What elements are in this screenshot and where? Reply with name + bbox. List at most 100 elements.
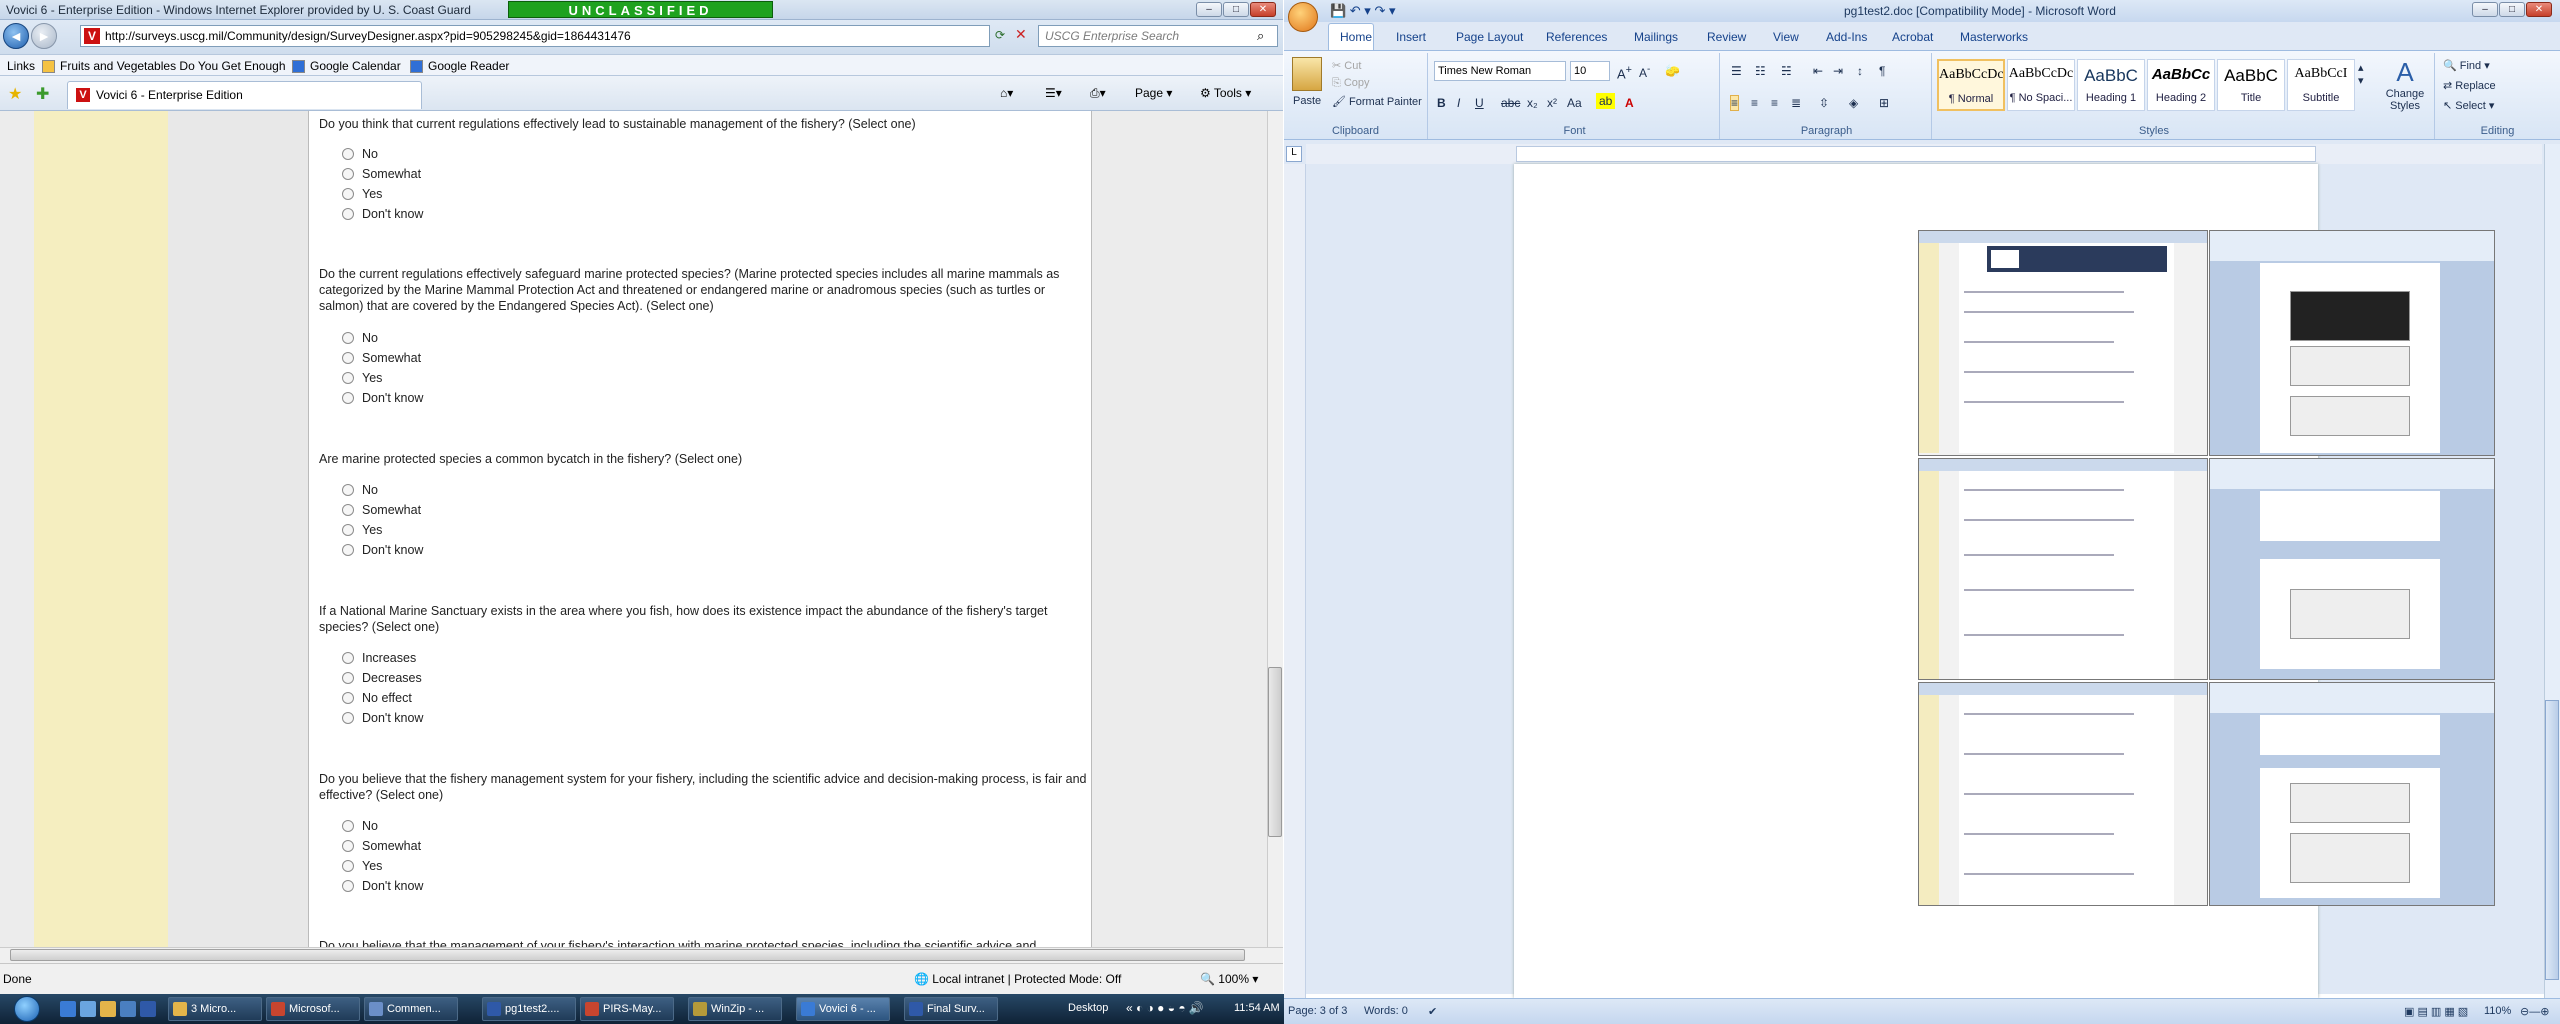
link-fruits-vegetables[interactable]: Fruits and Vegetables Do You Get Enough (60, 59, 286, 73)
radio-button[interactable] (342, 372, 354, 384)
tab-add-ins[interactable]: Add-Ins (1826, 30, 1867, 44)
tab-home[interactable]: Home (1340, 30, 1372, 44)
radio-button[interactable] (342, 840, 354, 852)
document-page[interactable] (1514, 164, 2495, 998)
borders-icon[interactable]: ⊞ (1878, 95, 1890, 111)
tab-page-layout[interactable]: Page Layout (1456, 30, 1523, 44)
replace-button[interactable]: ⇄ Replace (2443, 79, 2496, 92)
page-menu[interactable]: Page ▾ (1135, 86, 1172, 100)
forward-button[interactable]: ► (31, 23, 57, 49)
change-case-button[interactable]: Aa (1566, 95, 1583, 111)
select-button[interactable]: ↖ Select ▾ (2443, 99, 2494, 112)
radio-button[interactable] (342, 820, 354, 832)
word-close-button[interactable]: ✕ (2526, 2, 2552, 17)
underline-button[interactable]: U (1474, 95, 1485, 111)
show-marks-icon[interactable]: ¶ (1878, 63, 1886, 79)
favorites-star-icon[interactable]: ★ (8, 84, 22, 104)
vertical-ruler[interactable] (1284, 164, 1306, 998)
word-scroll-thumb[interactable] (2545, 700, 2559, 980)
radio-button[interactable] (342, 880, 354, 892)
zoom-level[interactable]: 🔍 100% ▾ (1200, 972, 1258, 986)
pasted-screenshot-word[interactable] (2209, 682, 2495, 906)
tab-selector-icon[interactable]: L (1286, 146, 1302, 162)
radio-button[interactable] (342, 712, 354, 724)
word-quicklaunch-icon[interactable] (140, 1001, 156, 1017)
taskbar-button[interactable]: Commen... (364, 997, 458, 1021)
horizontal-scroll-thumb[interactable] (10, 949, 1245, 961)
font-size-select[interactable]: 10 (1570, 61, 1610, 81)
paste-icon[interactable] (1292, 57, 1322, 91)
font-color-icon[interactable]: A (1624, 95, 1635, 111)
line-spacing-icon[interactable]: ⇳ (1818, 95, 1830, 111)
address-bar[interactable]: V http://surveys.uscg.mil/Community/desi… (80, 25, 990, 47)
word-minimize-button[interactable]: – (2472, 2, 2498, 17)
link-google-reader[interactable]: Google Reader (428, 59, 509, 73)
back-button[interactable]: ◄ (3, 23, 29, 49)
style-normal[interactable]: AaBbCcDc ¶ Normal (1937, 59, 2005, 111)
radio-button[interactable] (342, 524, 354, 536)
search-input[interactable]: USCG Enterprise Search ⌕ (1038, 25, 1278, 47)
decrease-indent-icon[interactable]: ⇤ (1812, 63, 1824, 79)
highlight-icon[interactable]: ab (1596, 93, 1616, 109)
explorer-quicklaunch-icon[interactable] (100, 1001, 116, 1017)
change-styles-button[interactable]: A Change Styles (2378, 57, 2432, 127)
style-subtitle[interactable]: AaBbCcI Subtitle (2287, 59, 2355, 111)
radio-button[interactable] (342, 168, 354, 180)
radio-button[interactable] (342, 208, 354, 220)
style-no-spacing[interactable]: AaBbCcDc ¶ No Spaci... (2007, 59, 2075, 111)
desktop-toolbar[interactable]: Desktop (1068, 1002, 1108, 1014)
page-count[interactable]: Page: 3 of 3 (1288, 1005, 1347, 1017)
italic-button[interactable]: I (1456, 95, 1461, 111)
subscript-button[interactable]: x₂ (1526, 95, 1539, 111)
taskbar-button[interactable]: Final Surv... (904, 997, 998, 1021)
strikethrough-button[interactable]: abc (1500, 95, 1521, 111)
shrink-font-icon[interactable]: A- (1638, 63, 1651, 81)
tab-vovici[interactable]: V Vovici 6 - Enterprise Edition (67, 81, 422, 109)
word-count[interactable]: Words: 0 (1364, 1005, 1408, 1017)
stop-icon[interactable]: ✕ (1015, 26, 1027, 43)
minimize-button[interactable]: – (1196, 2, 1222, 17)
font-name-select[interactable]: Times New Roman (1434, 61, 1566, 81)
taskbar-button[interactable]: 3 Micro... (168, 997, 262, 1021)
zoom-slider[interactable]: ⊖—⊕ (2520, 1005, 2549, 1018)
tab-mailings[interactable]: Mailings (1634, 30, 1678, 44)
radio-button[interactable] (342, 484, 354, 496)
multilevel-list-icon[interactable]: ☵ (1780, 63, 1793, 79)
find-button[interactable]: 🔍 Find ▾ (2443, 59, 2490, 72)
radio-button[interactable] (342, 332, 354, 344)
clear-formatting-icon[interactable]: 🧽 (1664, 63, 1681, 79)
tab-view[interactable]: View (1773, 30, 1799, 44)
paste-button[interactable]: Paste (1293, 95, 1321, 107)
style-heading-2[interactable]: AaBbCc Heading 2 (2147, 59, 2215, 111)
shading-icon[interactable]: ◈ (1848, 95, 1859, 111)
show-desktop-icon[interactable] (80, 1001, 96, 1017)
taskbar-button[interactable]: Microsof... (266, 997, 360, 1021)
maximize-button[interactable]: □ (1223, 2, 1249, 17)
pasted-screenshot-word[interactable] (2209, 230, 2495, 456)
proofing-icon[interactable]: ✔ (1428, 1005, 1437, 1018)
tab-masterworks[interactable]: Masterworks (1960, 30, 2028, 44)
pasted-screenshot-survey[interactable] (1918, 682, 2208, 906)
style-title[interactable]: AaBbC Title (2217, 59, 2285, 111)
cut-button[interactable]: ✂ Cut (1332, 59, 1361, 72)
taskbar-button[interactable]: PIRS-May... (580, 997, 674, 1021)
bullets-icon[interactable]: ☰ (1730, 63, 1743, 79)
style-heading-1[interactable]: AaBbC Heading 1 (2077, 59, 2145, 111)
feeds-icon[interactable]: ☰▾ (1045, 86, 1062, 100)
bold-button[interactable]: B (1436, 95, 1447, 111)
styles-scroll-icon[interactable]: ▴ ▾ (2358, 61, 2364, 87)
tray-icons[interactable]: « ◐ ◑ ● ◒ ◓ 🔊 (1126, 1001, 1204, 1015)
pasted-screenshot-word[interactable] (2209, 458, 2495, 680)
radio-button[interactable] (342, 504, 354, 516)
radio-button[interactable] (342, 652, 354, 664)
clock[interactable]: 11:54 AM (1234, 1002, 1280, 1014)
search-icon[interactable]: ⌕ (1257, 28, 1264, 44)
close-button[interactable]: ✕ (1250, 2, 1276, 17)
radio-button[interactable] (342, 352, 354, 364)
tab-acrobat[interactable]: Acrobat (1892, 30, 1933, 44)
tab-review[interactable]: Review (1707, 30, 1746, 44)
vertical-scroll-thumb[interactable] (1268, 667, 1282, 837)
pasted-screenshot-survey[interactable] (1918, 230, 2208, 456)
taskbar-button[interactable]: WinZip - ... (688, 997, 782, 1021)
sort-icon[interactable]: ↕ (1856, 63, 1864, 79)
